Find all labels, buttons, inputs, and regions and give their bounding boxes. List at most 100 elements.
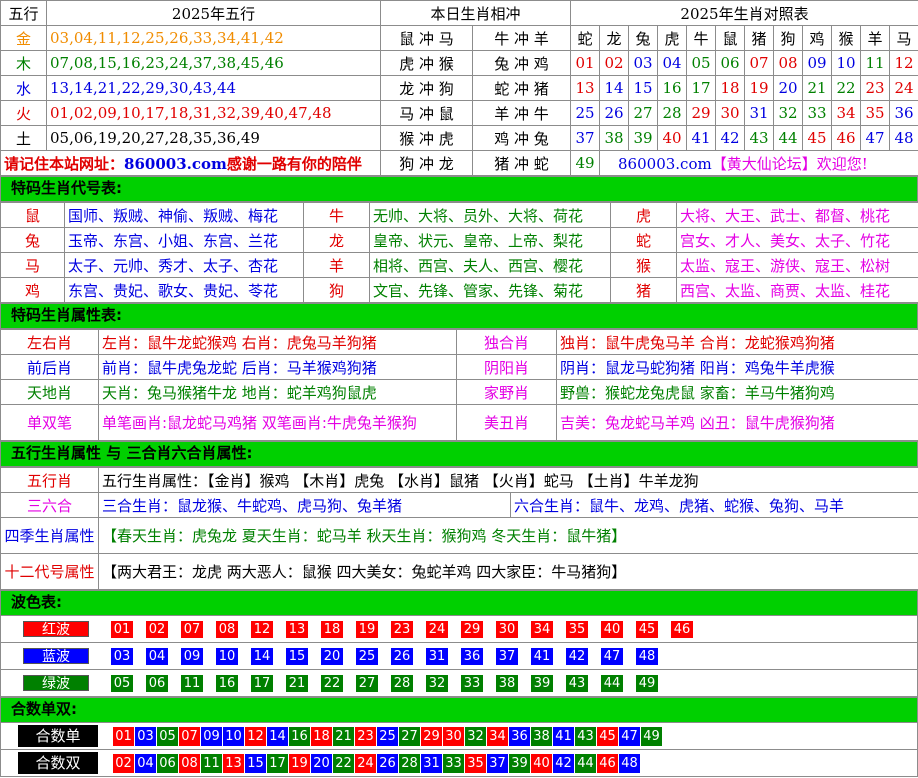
zodiac-number: 05 [686,50,717,76]
zodiac-number: 23 [860,75,891,101]
site-rest: 感谢一路有你的陪伴 [226,154,362,173]
even-sum-ball: 39 [509,753,530,773]
blue-wave-ball: 04 [146,648,168,665]
zodiac-header: 牛 [686,25,717,51]
odd-sum-ball: 09 [201,726,222,746]
sanliu-label: 三六合 [0,492,99,518]
attr-label: 独合肖 [456,329,557,355]
siji-label: 四季生肖属性 [0,517,99,554]
shuxing-table: 左右肖 左肖：鼠牛龙蛇猴鸡 右肖：虎兔马羊狗猪 独合肖 独肖：鼠牛虎兔马羊 合肖：龙蛇… [0,329,918,441]
zodiac-number: 46 [831,125,862,151]
red-wave-ball: 12 [251,621,273,638]
odd-sum-ball: 29 [421,726,442,746]
odd-sum-ball: 30 [443,726,464,746]
green-wave-ball: 44 [601,675,623,692]
even-sum-ball: 02 [113,753,134,773]
zodiac-header: 兔 [628,25,659,51]
red-wave-ball: 23 [391,621,413,638]
zodiac-codes: 文官、先锋、管家、先锋、菊花 [369,277,611,303]
daihao-row: 马太子、元帅、秀才、太子、杏花羊相将、西宫、夫人、西宫、樱花猴太监、寇王、游侠、… [0,252,918,278]
green-wave-ball: 49 [636,675,658,692]
even-sum-ball: 37 [487,753,508,773]
red-wave-ball: 46 [671,621,693,638]
even-sum-ball: 40 [531,753,552,773]
zodiac-number: 41 [686,125,717,151]
attr-label: 阴阳肖 [456,354,557,380]
site-pre: 请记住本站网址： [4,154,125,173]
blue-wave-ball: 36 [461,648,483,665]
red-wave-ball: 19 [356,621,378,638]
zodiac-number: 32 [773,100,804,126]
green-wave-ball: 06 [146,675,168,692]
site-reminder: 请记住本站网址：860003.com感谢一路有你的陪伴 [0,150,381,176]
zodiac-number: 08 [773,50,804,76]
chong-pair: 羊 冲 牛 [471,100,572,126]
shidai-label: 十二代号属性 [0,553,99,590]
chong-pair: 牛 冲 羊 [471,25,572,51]
zodiac-codes: 相将、西宫、夫人、西宫、樱花 [369,252,611,278]
attr-text: 前肖：鼠牛虎兔龙蛇 后肖：马羊猴鸡狗猪 [98,354,457,380]
zodiac-number: 21 [802,75,833,101]
zodiac-codes: 太子、元帅、秀才、太子、杏花 [64,252,304,278]
zodiac-codes: 大将、大王、武士、都督、桃花 [676,202,918,228]
green-wave-ball: 43 [566,675,588,692]
red-wave-ball: 13 [286,621,308,638]
green-wave-ball: 32 [426,675,448,692]
forum-url[interactable]: 860003.com [618,155,712,173]
zodiac-number: 39 [628,125,659,151]
zodiac-name: 马 [0,252,65,278]
zodiac-number: 20 [773,75,804,101]
even-label: 合数双 [18,752,98,774]
attr-text: 阴肖：鼠龙马蛇狗猪 阳肖：鸡兔牛羊虎猴 [556,354,918,380]
red-wave-ball: 02 [146,621,168,638]
header-zodiac-table: 2025年生肖对照表 [570,0,918,26]
zodiac-header: 虎 [657,25,688,51]
green-wave-ball: 05 [111,675,133,692]
zodiac-header: 马 [889,25,918,51]
blue-wave-ball: 42 [566,648,588,665]
green-wave-ball: 16 [216,675,238,692]
zodiac-codes: 玉帝、东宫、小姐、东宫、兰花 [64,227,304,253]
header-year-wuxing: 2025年五行 [46,0,381,26]
zodiac-number: 10 [831,50,862,76]
zodiac-number: 48 [889,125,918,151]
section-title-shuxing: 特码生肖属性表: [0,303,918,329]
red-wave-ball: 45 [636,621,658,638]
wx-text: 五行生肖属性：【金肖】猴鸡 【木肖】虎兔 【水肖】鼠猪 【火肖】蛇马 【土肖】牛… [97,467,918,493]
daihao-row: 鼠国师、叛贼、神偷、叛贼、梅花牛无帅、大将、员外、大将、荷花虎大将、大王、武士、… [0,202,918,228]
even-sum-ball: 11 [201,753,222,773]
zodiac-number: 44 [773,125,804,151]
green-wave-ball: 28 [391,675,413,692]
even-sum-ball: 22 [333,753,354,773]
daihao-row: 鸡东宫、贵妃、歌女、贵妃、苓花狗文官、先锋、管家、先锋、菊花猪西宫、太监、商贾、… [0,277,918,303]
red-wave-ball: 34 [531,621,553,638]
blue-wave-ball: 10 [216,648,238,665]
zodiac-number: 27 [628,100,659,126]
blue-wave-ball: 15 [286,648,308,665]
zodiac-number: 17 [686,75,717,101]
zodiac-name: 猴 [610,252,677,278]
green-wave-ball: 33 [461,675,483,692]
site-url[interactable]: 860003.com [124,155,227,173]
shuxing-row: 前后肖 前肖：鼠牛虎兔龙蛇 后肖：马羊猴鸡狗猪 阴阳肖 阴肖：鼠龙马蛇狗猪 阳肖：鸡兔… [0,354,918,380]
even-sum-ball: 33 [443,753,464,773]
even-sum-ball: 04 [135,753,156,773]
red-wave-ball: 01 [111,621,133,638]
odd-label: 合数单 [18,725,98,747]
zodiac-number: 40 [657,125,688,151]
even-sum-ball: 31 [421,753,442,773]
shuxing-row: 单双笔 单笔画肖:鼠龙蛇马鸡猪 双笔画肖:牛虎兔羊猴狗 美丑肖 吉美：兔龙蛇马羊鸡 凶… [0,404,918,441]
zodiac-number: 28 [657,100,688,126]
attr-label: 前后肖 [0,354,99,380]
zodiac-number: 47 [860,125,891,151]
odd-sum-ball: 43 [575,726,596,746]
element-numbers: 13,14,21,22,29,30,43,44 [46,75,381,101]
element-label: 金 [0,25,47,51]
odd-sum-ball: 14 [267,726,288,746]
section-title-wuxing-sanhe: 五行生肖属性 与 三合肖六合肖属性: [0,441,918,467]
heshu-odd-row: 合数单 01 03 05 07 09 10 12 14 16 18 21 23 25 27 29 30 32 34 3… [1,723,917,750]
even-sum-ball: 24 [355,753,376,773]
section-title-bose: 波色表: [0,590,918,616]
num-49: 49 [570,150,601,176]
zodiac-number: 29 [686,100,717,126]
